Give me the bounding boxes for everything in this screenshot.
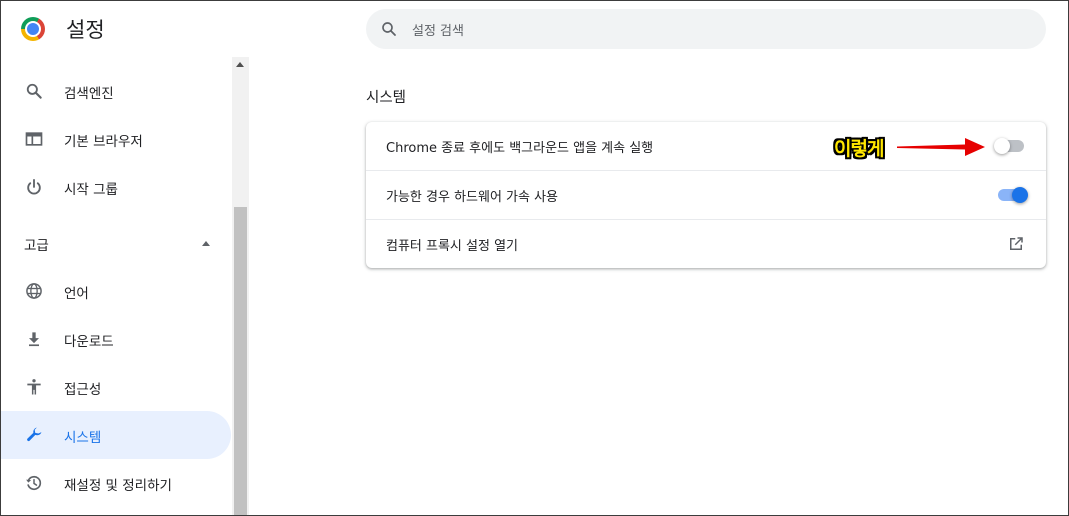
sidebar-item-label: 언어	[64, 286, 89, 302]
external-link-icon[interactable]	[1007, 235, 1025, 253]
search-icon	[382, 22, 396, 36]
sidebar-item-label: 접근성	[64, 382, 102, 398]
sidebar-item-label: 검색엔진	[64, 86, 114, 102]
sidebar-item-label: 다운로드	[64, 334, 114, 350]
scroll-up-arrow-icon[interactable]	[236, 62, 244, 67]
background-apps-toggle[interactable]	[994, 138, 1028, 154]
sidebar-section-advanced[interactable]: 고급	[24, 234, 49, 254]
toggle-knob	[1012, 187, 1028, 203]
sidebar-item-label: 기본 브라우저	[64, 134, 143, 150]
sidebar-item-label: 시작 그룹	[64, 182, 118, 198]
sidebar-item-languages[interactable]: 언어	[0, 267, 231, 315]
setting-label: 가능한 경우 하드웨어 가속 사용	[386, 190, 559, 205]
red-arrow-icon	[897, 138, 985, 156]
sidebar-item-default-browser[interactable]: 기본 브라우저	[0, 115, 231, 163]
chevron-up-icon[interactable]	[202, 241, 210, 246]
sidebar-item-search-engine[interactable]: 검색엔진	[0, 67, 231, 115]
sidebar-scrollbar[interactable]	[232, 57, 249, 516]
setting-label: 컴퓨터 프록시 설정 열기	[386, 239, 518, 254]
sidebar-item-system[interactable]: 시스템	[0, 411, 231, 459]
hardware-acceleration-toggle[interactable]	[994, 187, 1028, 203]
setting-row-hardware-acceleration[interactable]: 가능한 경우 하드웨어 가속 사용	[366, 170, 1046, 218]
power-icon	[27, 179, 41, 195]
sidebar-item-label: 시스템	[64, 430, 102, 446]
page-title: 설정	[66, 18, 105, 42]
download-icon	[29, 332, 39, 347]
accessibility-icon	[27, 379, 41, 395]
chrome-logo-icon	[21, 17, 45, 41]
scrollbar-thumb[interactable]	[234, 207, 247, 516]
search-placeholder: 설정 검색	[412, 24, 464, 39]
search-input[interactable]: 설정 검색	[366, 9, 1046, 49]
sidebar-item-label: 재설정 및 정리하기	[64, 478, 172, 494]
wrench-icon	[27, 427, 42, 442]
setting-row-proxy[interactable]: 컴퓨터 프록시 설정 열기	[366, 219, 1046, 267]
annotation-label: 이렇게	[834, 138, 884, 160]
sidebar-item-downloads[interactable]: 다운로드	[0, 315, 231, 363]
globe-icon	[26, 283, 42, 299]
toggle-knob	[994, 138, 1010, 154]
browser-window-icon	[25, 132, 43, 146]
sidebar-item-accessibility[interactable]: 접근성	[0, 363, 231, 411]
sidebar-item-reset[interactable]: 재설정 및 정리하기	[0, 459, 231, 507]
setting-label: Chrome 종료 후에도 백그라운드 앱을 계속 실행	[386, 141, 654, 156]
sidebar-item-on-startup[interactable]: 시작 그룹	[0, 163, 231, 211]
sidebar: 검색엔진 기본 브라우저 시작 그룹 고급 언어 다운로드 접근성 시스템 재설…	[0, 57, 232, 516]
search-icon	[26, 83, 42, 99]
section-title: 시스템	[366, 90, 407, 106]
restore-icon	[26, 475, 42, 491]
